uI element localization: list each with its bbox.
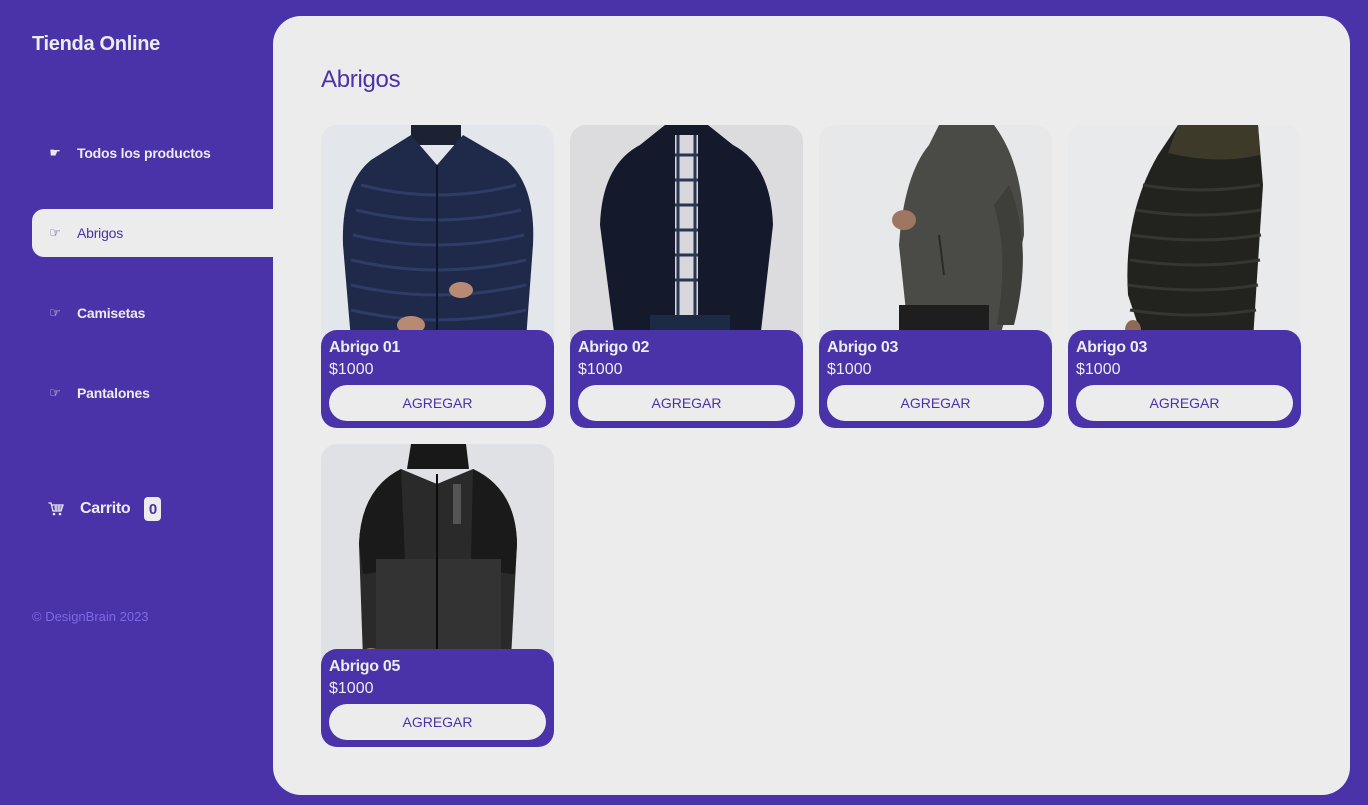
nav-item-todos[interactable]: ☛ Todos los productos [32,129,273,177]
add-to-cart-button[interactable]: AGREGAR [827,385,1044,421]
product-price: $1000 [329,680,374,697]
product-title: Abrigo 05 [329,658,401,675]
product-image [1068,125,1301,340]
store-logo[interactable]: Tienda Online [32,33,160,56]
pointing-hand-solid-icon: ☛ [49,145,61,160]
nav-item-pantalones[interactable]: ☞ Pantalones [32,369,273,417]
main-content: Abrigos Abrigo 01 $1000 AGREGAR Abrigo 0… [273,16,1350,795]
product-title: Abrigo 03 [827,339,899,356]
nav-item-label: Camisetas [77,305,146,321]
product-card: Abrigo 05 $1000 AGREGAR [321,444,554,747]
app-root: Tienda Online ☛ Todos los productos ☞ Ab… [0,0,1368,805]
category-nav: ☛ Todos los productos ☞ Abrigos ☞ Camise… [32,129,273,449]
page-title: Abrigos [321,66,401,93]
product-card: Abrigo 03 $1000 AGREGAR [819,125,1052,428]
product-title: Abrigo 01 [329,339,401,356]
product-title: Abrigo 03 [1076,339,1148,356]
pointing-hand-outline-icon: ☞ [49,305,61,320]
product-title: Abrigo 02 [578,339,650,356]
product-info: Abrigo 05 $1000 AGREGAR [321,649,554,747]
product-price: $1000 [1076,361,1121,378]
product-price: $1000 [329,361,374,378]
add-to-cart-button[interactable]: AGREGAR [329,704,546,740]
cart-count-badge: 0 [144,497,162,521]
product-image [321,125,554,340]
product-image [819,125,1052,340]
product-card: Abrigo 02 $1000 AGREGAR [570,125,803,428]
cart-label: Carrito [80,500,131,517]
nav-item-abrigos[interactable]: ☞ Abrigos [32,209,273,257]
add-to-cart-button[interactable]: AGREGAR [1076,385,1293,421]
product-price: $1000 [827,361,872,378]
product-card: Abrigo 03 $1000 AGREGAR [1068,125,1301,428]
pointing-hand-outline-icon: ☞ [49,225,61,240]
product-info: Abrigo 01 $1000 AGREGAR [321,330,554,428]
pointing-hand-outline-icon: ☞ [49,385,61,400]
nav-item-label: Abrigos [77,225,124,241]
sidebar: Tienda Online ☛ Todos los productos ☞ Ab… [0,0,273,805]
add-to-cart-button[interactable]: AGREGAR [578,385,795,421]
add-to-cart-button[interactable]: AGREGAR [329,385,546,421]
product-image [321,444,554,659]
product-price: $1000 [578,361,623,378]
product-info: Abrigo 03 $1000 AGREGAR [1068,330,1301,428]
nav-item-label: Todos los productos [77,145,211,161]
product-image [570,125,803,340]
cart-icon [48,502,64,516]
product-grid: Abrigo 01 $1000 AGREGAR Abrigo 02 $1000 … [321,125,1301,747]
product-info: Abrigo 02 $1000 AGREGAR [570,330,803,428]
cart-button[interactable]: Carrito 0 [48,497,162,521]
copyright: © DesignBrain 2023 [32,609,149,624]
product-card: Abrigo 01 $1000 AGREGAR [321,125,554,428]
nav-item-label: Pantalones [77,385,150,401]
nav-item-camisetas[interactable]: ☞ Camisetas [32,289,273,337]
product-info: Abrigo 03 $1000 AGREGAR [819,330,1052,428]
